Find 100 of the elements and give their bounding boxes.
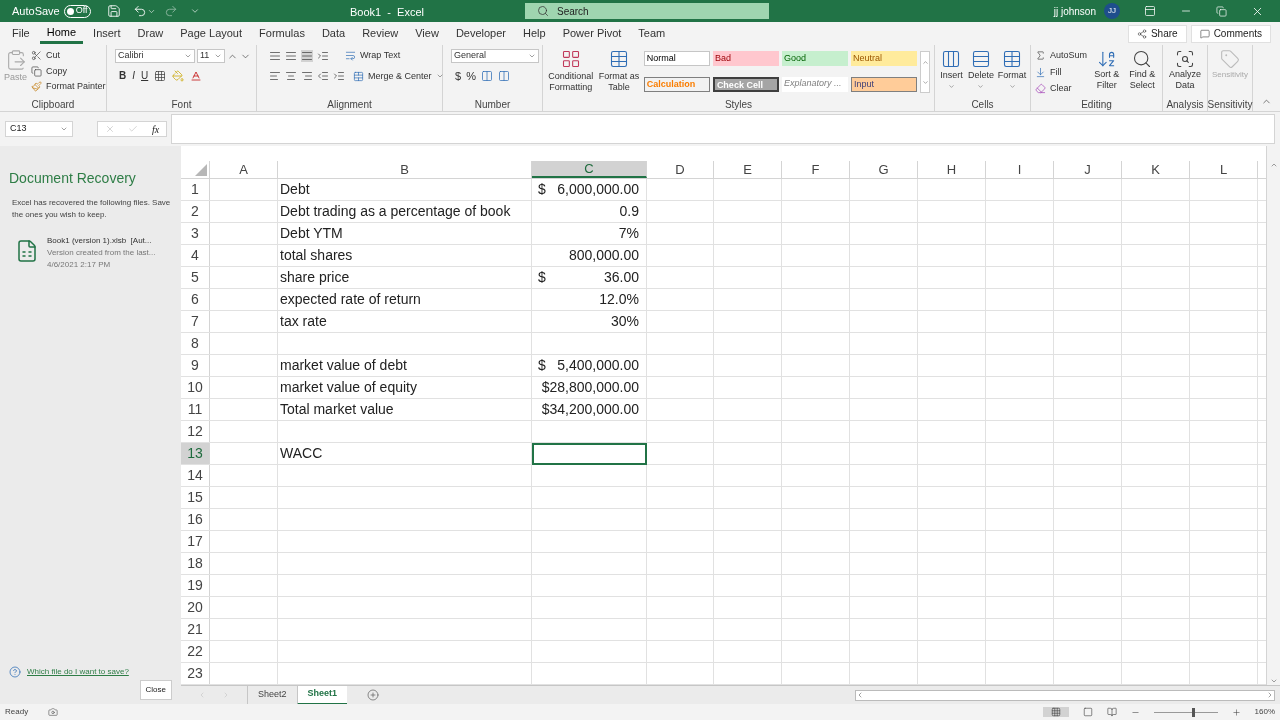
wrap-text-icon	[345, 50, 356, 62]
menu-tab[interactable]: Draw	[130, 23, 171, 44]
comments-button[interactable]: Comments	[1190, 24, 1271, 43]
ribbon-display-button[interactable]	[1144, 5, 1156, 17]
undo-button[interactable]	[132, 4, 156, 18]
percent-button[interactable]: %	[466, 68, 476, 85]
share-button[interactable]: Share	[1127, 24, 1187, 43]
cells-button[interactable]: Format	[998, 49, 1026, 97]
font-name-field[interactable]: Calibri	[115, 49, 195, 63]
merge-center-button[interactable]: Merge & Center	[353, 69, 444, 83]
cells-button[interactable]: Delete	[968, 49, 994, 97]
format-painter-button[interactable]: Format Painter	[31, 80, 106, 94]
cell-style[interactable]: Bad	[712, 51, 779, 66]
menu-tab[interactable]: Review	[355, 23, 406, 44]
file-detail: Version created from the last...	[47, 247, 156, 259]
group-label: Styles	[724, 98, 753, 111]
fill-button[interactable]: Fill	[1035, 65, 1088, 79]
cut-button[interactable]: Cut	[31, 49, 106, 63]
new-sheet-button[interactable]	[367, 689, 380, 701]
caret-icon	[189, 6, 200, 16]
cell-style[interactable]: Good	[781, 51, 848, 66]
zoom-slider[interactable]	[1153, 707, 1218, 717]
number-format-field[interactable]: General	[451, 49, 539, 63]
zoom-slider-thumb[interactable]	[1192, 707, 1196, 717]
insert-function-button[interactable]: fx	[152, 121, 160, 137]
paintbrush-icon	[31, 81, 42, 93]
horizontal-scrollbar[interactable]	[855, 689, 1275, 701]
close-pane-button[interactable]: Close	[139, 680, 172, 700]
normal-view-button[interactable]	[1042, 707, 1069, 717]
name-box[interactable]: C13	[5, 121, 73, 137]
table-cell: 30%	[532, 311, 647, 332]
format-as-table-button[interactable]: Format as Table	[598, 49, 640, 97]
window-title: Book1 - Excel	[350, 5, 424, 20]
column-header[interactable]: C	[532, 161, 647, 178]
table-cell: share price	[278, 267, 532, 288]
menu-tab[interactable]: Page Layout	[173, 23, 250, 44]
menu-tab[interactable]: Home	[39, 23, 84, 44]
cell-style[interactable]: Neutral	[851, 51, 918, 66]
font-size-field[interactable]: 11	[197, 49, 225, 63]
cell-style[interactable]: Input	[851, 76, 918, 92]
sort-icon	[1096, 49, 1117, 69]
search-field[interactable]: Search	[525, 3, 769, 19]
customize-button[interactable]	[189, 6, 200, 16]
table-cell: 0.9	[532, 201, 647, 222]
align-right-icon	[301, 70, 313, 83]
menu-tab[interactable]: Data	[314, 23, 353, 44]
table-cell: Total market value	[278, 399, 532, 420]
user-avatar[interactable]: JJ	[1104, 3, 1120, 19]
italic-button[interactable]: I	[132, 68, 135, 83]
scroll-up-icon	[921, 58, 929, 66]
clear-button[interactable]: Clear	[1035, 82, 1088, 96]
restore-icon	[1216, 5, 1227, 17]
search-icon	[1132, 49, 1153, 69]
autosum-button[interactable]: AutoSum	[1035, 49, 1088, 63]
menu-tab[interactable]: Power Pivot	[555, 23, 629, 44]
menu-tab[interactable]: Developer	[448, 23, 513, 44]
grid-icon	[560, 49, 581, 69]
group-label: Editing	[1081, 98, 1112, 111]
sheet-tab[interactable]: Sheet1	[296, 685, 348, 705]
copy-button[interactable]: Copy	[31, 64, 106, 78]
sort-filter-button[interactable]: Sort & Filter	[1091, 49, 1123, 97]
restore-button[interactable]	[1216, 5, 1227, 17]
align-middle-icon	[285, 49, 297, 62]
vertical-scrollbar[interactable]	[1266, 146, 1280, 685]
styles-scroll[interactable]	[920, 51, 930, 93]
find-select-button[interactable]: Find & Select	[1126, 49, 1158, 97]
table-cell: total shares	[278, 245, 532, 266]
wrap-text-button[interactable]: Wrap Text	[345, 49, 401, 63]
save-button[interactable]	[106, 4, 121, 18]
sigma-icon	[1035, 50, 1046, 62]
active-cell[interactable]	[532, 443, 647, 465]
menu-tab[interactable]: Insert	[86, 23, 128, 44]
table-cell: $ 6,000,000.00	[532, 179, 647, 200]
table-cell: expected rate of return	[278, 289, 532, 310]
group-label: Alignment	[327, 98, 372, 111]
formula-input[interactable]	[171, 114, 1275, 144]
scroll-left-icon	[856, 691, 864, 699]
recovered-file[interactable]: Book1 (version 1).xlsb [Aut... Version created from the last... 4/6/2021 2:17 PM	[9, 235, 172, 271]
currency-button[interactable]: $	[455, 68, 462, 85]
group-label: Number	[474, 98, 511, 111]
table-cell: market value of debt	[278, 355, 532, 376]
row-header[interactable]: 13	[181, 443, 210, 464]
underline-button[interactable]: U	[141, 68, 149, 83]
analyze-data-button[interactable]: Analyze Data	[1167, 49, 1203, 97]
help-link[interactable]: Which file do I want to save?	[27, 666, 129, 678]
cell-style[interactable]: Normal	[643, 51, 710, 66]
cells-button[interactable]: Insert	[939, 49, 964, 97]
menu-tab[interactable]: Help	[516, 23, 553, 44]
menu-tab[interactable]: File	[5, 23, 37, 44]
bold-button[interactable]: B	[119, 68, 127, 83]
insert-cells-icon	[941, 49, 962, 69]
align-left-icon	[269, 70, 281, 83]
conditional-formatting-button[interactable]: Conditional Formatting	[547, 49, 595, 97]
menu-tab[interactable]: Team	[631, 23, 673, 44]
menu-tab[interactable]: View	[408, 23, 446, 44]
scroll-left-icon	[198, 691, 206, 699]
menu-tab[interactable]: Formulas	[252, 23, 312, 44]
merge-icon	[353, 70, 364, 82]
table-cell: $ 5,400,000.00	[532, 355, 647, 376]
cell-style[interactable]: Explanatory ...	[781, 76, 848, 92]
